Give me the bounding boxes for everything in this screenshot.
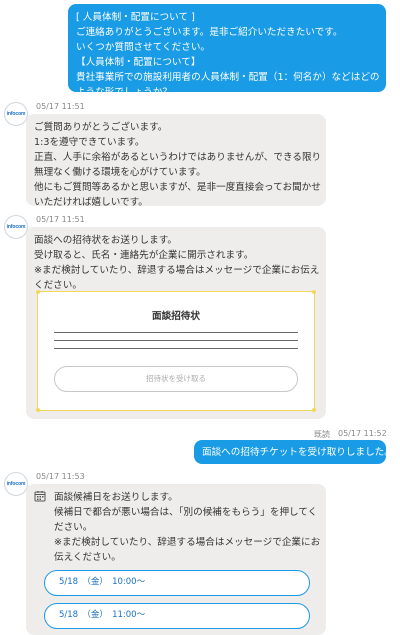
company-avatar[interactable]: infocom — [4, 102, 28, 126]
calendar-icon — [34, 491, 46, 502]
interview-slot-button[interactable]: 5/18 （金） 11:00〜 — [44, 603, 310, 629]
card-rule — [54, 340, 298, 341]
message-line: いただければ嬉しいです。 — [34, 197, 148, 208]
avatar-label: infocom — [6, 111, 26, 117]
card-corner-ornament — [312, 408, 316, 412]
message-timestamp: 05/17 11:52 — [338, 429, 387, 438]
message-line: 候補日で都合が悪い場合は、「別の候補をもらう」を押してく — [54, 507, 318, 518]
card-rule — [54, 348, 298, 349]
message-line: 正直、人手に余裕があるというわけではありませんが、できる限り — [34, 152, 322, 163]
message-line: ※まだ検討していたり、辞退する場合はメッセージで企業にお伝え — [34, 265, 320, 276]
message-line: 貴社事業所での施設利用者の人員体制・配置（1：何名か）などはどの — [76, 72, 380, 83]
message-line: 面談候補日をお送りします。 — [54, 492, 178, 503]
message-line: 受け取ると、氏名・連絡先が企業に開示されます。 — [34, 250, 254, 261]
message-line: ご質問ありがとうございます。 — [34, 122, 168, 133]
message-line: 伝えください。 — [54, 552, 121, 563]
accept-invitation-button[interactable]: 招待状を受け取る — [54, 366, 298, 392]
card-corner-ornament — [36, 290, 40, 294]
message-line: ご連絡ありがとうございます。是非ご紹介いただきたいです。 — [76, 27, 343, 38]
message-line: 他にもご質問等あるかと思いますが、是非一度直接会ってお聞かせ — [34, 182, 321, 193]
avatar-label: infocom — [6, 481, 26, 487]
message-line: 1:3を遵守できています。 — [34, 137, 145, 148]
message-line: ような形でしょうか？ — [76, 87, 172, 98]
message-line: ※まだ検討していたり、辞退する場合はメッセージで企業にお — [54, 537, 321, 548]
message-line: 無理なく働ける環境を心がけています。 — [34, 167, 206, 178]
message-line: 【人員体制・配置について】 — [76, 57, 201, 68]
read-status: 既読 — [314, 430, 330, 439]
company-avatar[interactable]: infocom — [4, 472, 28, 496]
card-corner-ornament — [312, 290, 316, 294]
message-timestamp: 05/17 11:53 — [36, 472, 85, 481]
message-text: 面談への招待チケットを受け取りしました。 — [202, 447, 394, 458]
card-corner-ornament — [36, 408, 40, 412]
company-avatar[interactable]: infocom — [4, 215, 28, 239]
message-line: 面談への招待状をお送りします。 — [34, 235, 177, 246]
card-rule — [54, 332, 298, 333]
outgoing-message-1: [ 人員体制・配置について ] ご連絡ありがとうございます。是非ご紹介いただきた… — [68, 4, 386, 98]
outgoing-message-4: 面談への招待チケットを受け取りしました。 — [194, 440, 394, 464]
incoming-message-2: ご質問ありがとうございます。 1:3を遵守できています。 正直、人手に余裕がある… — [26, 114, 326, 208]
invitation-card-title: 面談招待状 — [152, 311, 200, 322]
message-timestamp: 05/17 11:51 — [36, 215, 85, 224]
avatar-label: infocom — [6, 224, 26, 230]
message-line: いくつか質問させてください。 — [76, 42, 211, 53]
message-line: [ 人員体制・配置について ] — [76, 12, 195, 23]
invitation-card: 面談招待状 招待状を受け取る — [36, 290, 316, 412]
interview-slot-button[interactable]: 5/18 （金） 10:00〜 — [44, 570, 310, 596]
message-timestamp: 05/17 11:51 — [36, 102, 85, 111]
message-line: ださい。 — [54, 522, 93, 533]
